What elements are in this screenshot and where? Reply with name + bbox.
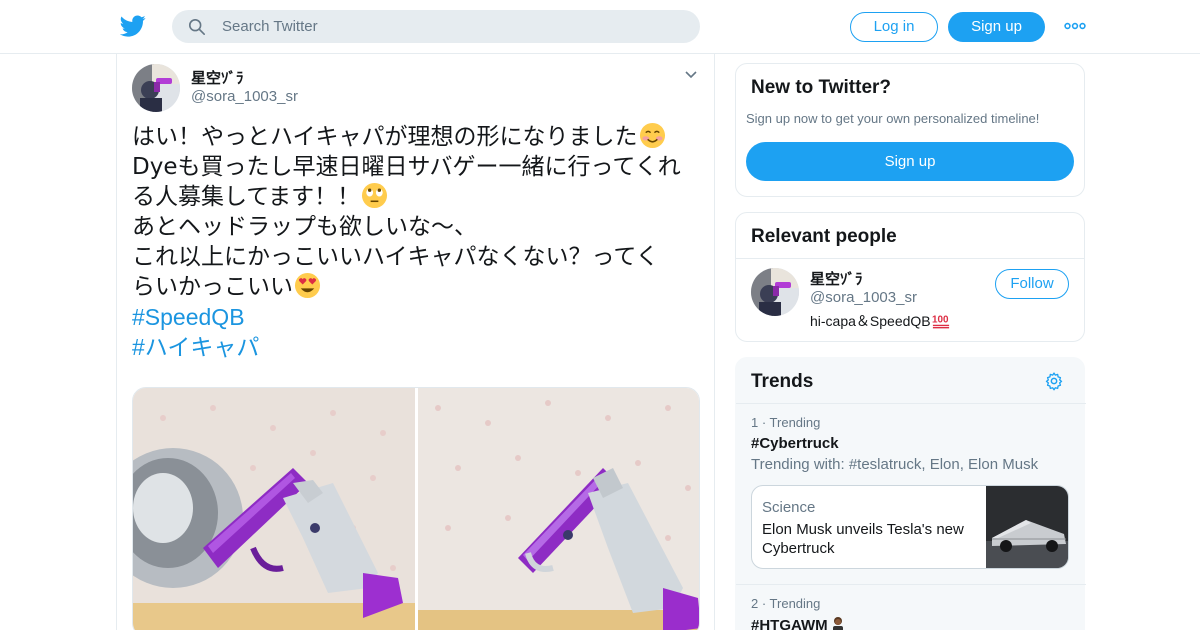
- tweet-line-text: はい！やっとハイキャパが理想の形になりました: [132, 124, 638, 150]
- heart-eyes-emoji-icon: [294, 272, 321, 299]
- tweet-line: はい！やっとハイキャパが理想の形になりました: [132, 122, 702, 152]
- more-icon[interactable]: [1064, 20, 1086, 32]
- search-input[interactable]: [222, 10, 682, 43]
- person-bio: hi-capa＆SpeedQB 100: [810, 311, 950, 331]
- avatar[interactable]: [132, 64, 180, 112]
- relevant-people-card: Relevant people 星空ｿﾞﾗ @sora_1003_sr hi-c…: [735, 212, 1085, 342]
- trend-rank: 2 · Trending: [751, 596, 821, 611]
- divider: [736, 584, 1086, 585]
- trend-name-text: #HTGAWM: [751, 617, 828, 630]
- trend-context: Trending with: #teslatruck, Elon, Elon M…: [751, 456, 1039, 473]
- person-bio-text: hi-capa＆SpeedQB: [810, 313, 931, 329]
- tweet-line-text: らいかっこいい: [132, 274, 293, 300]
- tweet-photo[interactable]: [133, 388, 415, 630]
- person-name[interactable]: 星空ｿﾞﾗ: [810, 268, 863, 289]
- pistol-photo-image: [133, 388, 415, 630]
- person-emoji-icon: [832, 617, 843, 630]
- signup-promo-card: New to Twitter? Sign up now to get your …: [735, 63, 1085, 197]
- tweet-line: あとヘッドラップも欲しいな〜、: [132, 214, 477, 240]
- avatar[interactable]: [751, 268, 799, 316]
- tweet-text: はい！やっとハイキャパが理想の形になりました Dyeも買ったし早速日曜日サバゲー…: [132, 122, 702, 362]
- news-title: Elon Musk unveils Tesla's new Cybertruck: [762, 521, 964, 557]
- login-button[interactable]: Log in: [850, 12, 938, 42]
- card-title: Trends: [751, 371, 814, 392]
- pistol-photo-image: [418, 388, 699, 630]
- card-title: New to Twitter?: [751, 77, 892, 98]
- username-handle[interactable]: @sora_1003_sr: [191, 88, 298, 105]
- avatar-image: [132, 64, 180, 112]
- chevron-down-icon[interactable]: [684, 70, 698, 80]
- tweet-photo[interactable]: [418, 388, 699, 630]
- card-subtitle: Sign up now to get your own personalized…: [746, 111, 1040, 126]
- divider: [736, 258, 1084, 259]
- tweet-line: る人募集してます！！: [132, 182, 702, 212]
- trends-card: Trends 1 · Trending #Cybertruck Trending…: [735, 357, 1086, 630]
- rolling-eyes-emoji-icon: [362, 182, 388, 209]
- hashtag-link[interactable]: #SpeedQB: [132, 302, 702, 332]
- news-category: Science: [762, 499, 816, 516]
- tweet-line: これ以上にかっこいいハイキャパなくない？ってく: [132, 244, 659, 270]
- trend-rank: 1 · Trending: [751, 415, 821, 430]
- signup-button[interactable]: Sign up: [948, 12, 1045, 42]
- top-navigation-bar: Log in Sign up: [0, 0, 1200, 54]
- tweet-line: Dyeも買ったし早速日曜日サバゲー一緒に行ってくれ: [132, 154, 681, 180]
- card-title: Relevant people: [751, 226, 897, 247]
- tweet-line: らいかっこいい: [132, 272, 702, 302]
- twitter-logo-icon[interactable]: [120, 13, 146, 39]
- media-grid: [132, 387, 700, 630]
- smiling-face-emoji-icon: [639, 122, 665, 149]
- trend-name[interactable]: #HTGAWM: [751, 616, 846, 630]
- tweet-detail: 星空ｿﾞﾗ @sora_1003_sr はい！やっとハイキャパが理想の形になりま…: [116, 54, 715, 630]
- trend-name[interactable]: #Cybertruck: [751, 435, 839, 452]
- avatar-image: [751, 268, 799, 316]
- cybertruck-thumbnail-image: [986, 486, 1068, 568]
- follow-button[interactable]: Follow: [995, 269, 1069, 299]
- signup-card-button[interactable]: Sign up: [746, 142, 1074, 181]
- hashtag-link[interactable]: #ハイキャパ: [132, 332, 702, 362]
- svg-text:100: 100: [932, 315, 949, 326]
- search-icon: [188, 18, 206, 36]
- gear-icon[interactable]: [1044, 371, 1064, 391]
- tweet-line-text: る人募集してます！！: [132, 184, 361, 210]
- person-handle[interactable]: @sora_1003_sr: [810, 289, 917, 306]
- news-card[interactable]: Science Elon Musk unveils Tesla's new Cy…: [751, 485, 1069, 569]
- display-name[interactable]: 星空ｿﾞﾗ: [191, 67, 244, 88]
- search-box[interactable]: [172, 10, 700, 43]
- hundred-points-emoji-icon: 100: [932, 315, 949, 329]
- divider: [736, 403, 1086, 404]
